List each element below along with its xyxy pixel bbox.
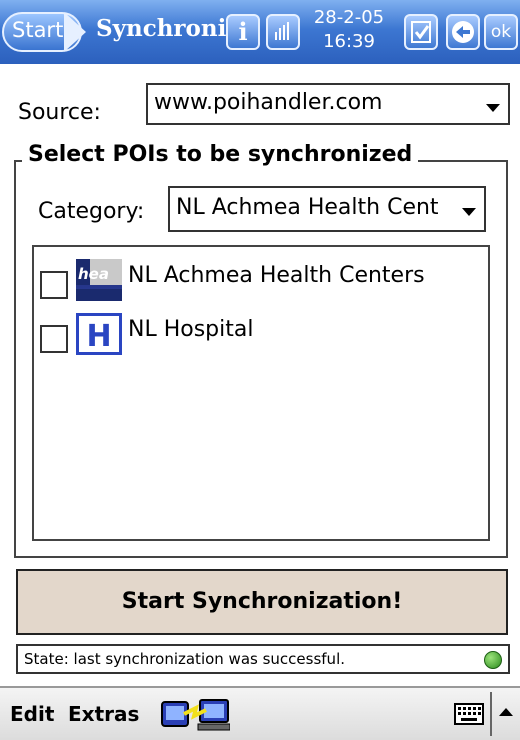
menu-bar: Edit Extras: [0, 686, 520, 740]
source-combo[interactable]: www.poihandler.com: [146, 83, 510, 125]
back-icon[interactable]: [446, 14, 480, 50]
status-bar: State: last synchronization was successf…: [16, 644, 510, 674]
chevron-up-icon[interactable]: [496, 702, 516, 722]
ok-button[interactable]: ok: [484, 14, 518, 50]
info-icon[interactable]: i: [226, 14, 260, 50]
svg-text:hea: hea: [78, 265, 109, 283]
category-combo[interactable]: NL Achmea Health Cent: [168, 186, 486, 232]
start-label: Start: [12, 18, 64, 42]
divider: [490, 692, 492, 736]
start-sync-button[interactable]: Start Synchronization!: [16, 569, 508, 635]
category-label: Category:: [38, 199, 145, 224]
chevron-down-icon: [462, 208, 476, 216]
hospital-icon: H: [76, 313, 122, 355]
poi-list[interactable]: hea NL Achmea Health Centers H NL Hospit…: [32, 245, 490, 541]
chevron-down-icon: [486, 104, 500, 112]
app-title: Synchroni: [96, 15, 227, 42]
source-label: Source:: [18, 100, 101, 125]
clock-time: 16:39: [323, 31, 375, 52]
item-checkbox[interactable]: [40, 325, 68, 353]
menu-extras[interactable]: Extras: [68, 702, 139, 726]
health-icon: hea: [76, 259, 122, 301]
item-checkbox[interactable]: [40, 271, 68, 299]
keyboard-icon[interactable]: [454, 702, 484, 726]
clock[interactable]: 28-2-05 16:39: [304, 6, 394, 54]
list-item[interactable]: H NL Hospital: [40, 313, 480, 357]
status-ok-icon: [484, 651, 502, 669]
source-value: www.poihandler.com: [154, 90, 383, 115]
item-label: NL Achmea Health Centers: [128, 263, 425, 288]
category-value: NL Achmea Health Cent: [176, 195, 439, 220]
clock-date: 28-2-05: [313, 7, 385, 28]
sync-devices-icon[interactable]: [160, 696, 231, 732]
taskbar: Start Synchroni i 28-2-05 16:39 ok: [0, 0, 520, 64]
svg-text:H: H: [86, 319, 111, 352]
status-text: State: last synchronization was successf…: [24, 650, 345, 668]
signal-icon[interactable]: [266, 14, 300, 50]
checklist-icon[interactable]: [404, 14, 438, 50]
item-label: NL Hospital: [128, 317, 254, 342]
menu-edit[interactable]: Edit: [10, 702, 54, 726]
list-item[interactable]: hea NL Achmea Health Centers: [40, 259, 480, 303]
group-title: Select POIs to be synchronized: [22, 142, 419, 167]
